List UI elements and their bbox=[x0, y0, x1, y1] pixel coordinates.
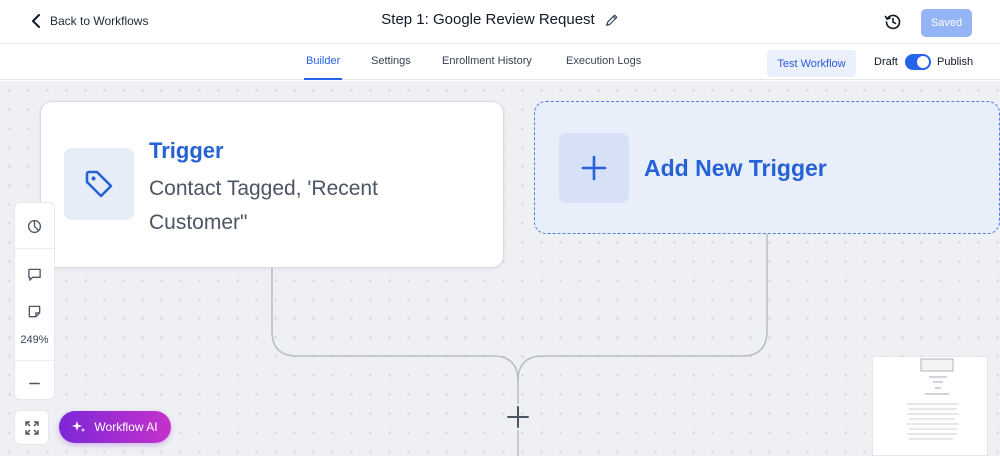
toggle-knob bbox=[917, 56, 929, 68]
workflow-title-text: Step 1: Google Review Request bbox=[381, 11, 595, 28]
trigger-description: Contact Tagged, 'Recent Customer" bbox=[149, 177, 378, 234]
comment-tool-button[interactable] bbox=[15, 257, 54, 291]
timer-tool-button[interactable] bbox=[15, 209, 54, 243]
back-label: Back to Workflows bbox=[50, 14, 149, 28]
trigger-icon-box bbox=[64, 148, 134, 220]
draft-label: Draft bbox=[874, 56, 898, 68]
canvas-toolbar: 249% bbox=[14, 202, 55, 400]
workflow-title[interactable]: Step 1: Google Review Request bbox=[381, 11, 618, 28]
add-trigger-icon-box bbox=[559, 133, 629, 203]
history-icon[interactable] bbox=[884, 13, 902, 31]
chevron-left-icon bbox=[32, 14, 40, 28]
minimap-preview bbox=[907, 358, 959, 440]
tab-builder[interactable]: Builder bbox=[303, 55, 343, 80]
add-step-plus-icon[interactable] bbox=[505, 404, 531, 430]
plus-icon bbox=[581, 155, 607, 181]
sparkle-icon bbox=[72, 421, 86, 432]
minus-icon bbox=[29, 382, 40, 384]
tag-icon bbox=[85, 170, 113, 198]
zoom-out-button[interactable] bbox=[15, 366, 54, 400]
tab-settings[interactable]: Settings bbox=[371, 55, 411, 67]
publish-toggle[interactable] bbox=[905, 54, 931, 70]
top-header: Back to Workflows Step 1: Google Review … bbox=[0, 0, 1000, 44]
back-to-workflows-link[interactable]: Back to Workflows bbox=[30, 14, 148, 28]
tab-enrollment-history[interactable]: Enrollment History bbox=[442, 55, 532, 67]
canvas-minimap[interactable] bbox=[872, 356, 988, 456]
workflow-ai-label: Workflow AI bbox=[94, 420, 158, 434]
trigger-title: Trigger bbox=[149, 138, 224, 163]
publish-label: Publish bbox=[937, 56, 974, 68]
zoom-level: 249% bbox=[20, 334, 49, 346]
pie-chart-icon bbox=[27, 219, 42, 233]
trigger-card[interactable]: Trigger Contact Tagged, 'Recent Customer… bbox=[40, 101, 504, 268]
fullscreen-button[interactable] bbox=[14, 410, 49, 445]
add-trigger-title: Add New Trigger bbox=[644, 155, 827, 181]
workflow-ai-button[interactable]: Workflow AI bbox=[59, 411, 171, 443]
tab-bar: Builder Settings Enrollment History Exec… bbox=[0, 44, 1000, 80]
saved-button[interactable]: Saved bbox=[921, 9, 972, 37]
test-workflow-button[interactable]: Test Workflow bbox=[767, 50, 856, 77]
note-tool-button[interactable] bbox=[15, 294, 54, 328]
sticky-note-icon bbox=[28, 305, 41, 317]
comment-icon bbox=[28, 268, 41, 281]
tab-execution-logs[interactable]: Execution Logs bbox=[566, 55, 641, 67]
pencil-icon[interactable] bbox=[605, 13, 619, 27]
add-new-trigger-card[interactable]: Add New Trigger bbox=[534, 101, 1000, 234]
workflow-canvas[interactable]: Trigger Contact Tagged, 'Recent Customer… bbox=[0, 81, 1000, 456]
expand-icon bbox=[24, 420, 39, 435]
